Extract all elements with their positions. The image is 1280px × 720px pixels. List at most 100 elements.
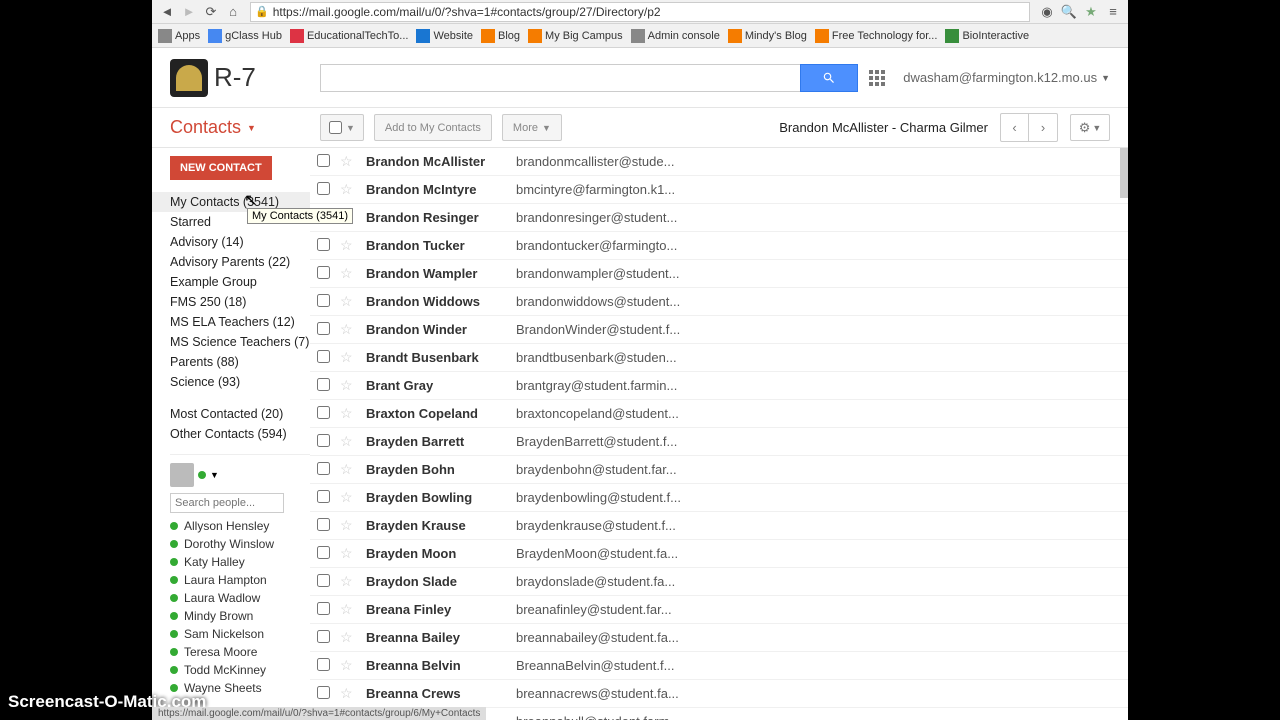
prev-page-button[interactable]: ‹ <box>1001 114 1029 141</box>
contact-row[interactable]: ☆Brandon Resingerbrandonresinger@student… <box>310 204 1128 232</box>
scrollbar[interactable] <box>1120 148 1128 198</box>
sidebar-group-item[interactable]: Other Contacts (594) <box>170 424 310 444</box>
star-button[interactable]: ☆ <box>336 512 362 540</box>
select-all-button[interactable]: ▼ <box>320 114 364 141</box>
contact-row[interactable]: ☆Breanna Crewsbreannacrews@student.fa... <box>310 680 1128 708</box>
back-icon[interactable]: ◄ <box>158 3 176 21</box>
bookmark-item[interactable]: My Big Campus <box>528 29 623 43</box>
row-checkbox[interactable] <box>317 602 330 615</box>
sidebar-group-item[interactable]: Example Group <box>170 272 310 292</box>
row-checkbox[interactable] <box>317 518 330 531</box>
star-button[interactable]: ☆ <box>336 540 362 568</box>
sidebar-group-item[interactable]: MS ELA Teachers (12) <box>170 312 310 332</box>
sidebar-group-item[interactable]: Most Contacted (20) <box>170 404 310 424</box>
row-checkbox[interactable] <box>317 630 330 643</box>
contact-row[interactable]: ☆Brayden MoonBraydenMoon@student.fa... <box>310 540 1128 568</box>
home-icon[interactable]: ⌂ <box>224 3 242 21</box>
chat-contact-item[interactable]: Dorothy Winslow <box>170 535 310 553</box>
star-button[interactable]: ☆ <box>336 428 362 456</box>
star-button[interactable]: ☆ <box>336 652 362 680</box>
bookmark-item[interactable]: EducationalTechTo... <box>290 29 409 43</box>
contact-row[interactable]: ☆Brayden Krausebraydenkrause@student.f..… <box>310 512 1128 540</box>
contact-row[interactable]: ☆Brandon McIntyrebmcintyre@farmington.k1… <box>310 176 1128 204</box>
chat-contact-item[interactable]: Laura Wadlow <box>170 589 310 607</box>
contact-row[interactable]: ☆Breanna Baileybreannabailey@student.fa.… <box>310 624 1128 652</box>
user-menu[interactable]: dwasham@farmington.k12.mo.us ▼ <box>903 70 1110 85</box>
chevron-down-icon[interactable]: ▼ <box>210 470 219 480</box>
next-page-button[interactable]: › <box>1029 114 1057 141</box>
star-button[interactable]: ☆ <box>336 232 362 260</box>
contact-row[interactable]: ☆Breanna BelvinBreannaBelvin@student.f..… <box>310 652 1128 680</box>
star-button[interactable]: ☆ <box>336 680 362 708</box>
chat-contact-item[interactable]: Allyson Hensley <box>170 517 310 535</box>
row-checkbox[interactable] <box>317 294 330 307</box>
bookmark-item[interactable]: Apps <box>158 29 200 43</box>
sidebar-group-item[interactable]: Science (93) <box>170 372 310 392</box>
sidebar-group-item[interactable]: Parents (88) <box>170 352 310 372</box>
contact-row[interactable]: ☆Brant Graybrantgray@student.farmin... <box>310 372 1128 400</box>
star-button[interactable]: ☆ <box>336 260 362 288</box>
apps-icon[interactable] <box>869 70 885 86</box>
row-checkbox[interactable] <box>317 350 330 363</box>
search-input[interactable] <box>320 64 800 92</box>
chat-contact-item[interactable]: Sam Nickelson <box>170 625 310 643</box>
contact-row[interactable]: ☆Brandon Tuckerbrandontucker@farmingto..… <box>310 232 1128 260</box>
eye-icon[interactable]: ◉ <box>1038 3 1056 21</box>
contact-row[interactable]: ☆Brandon Wamplerbrandonwampler@student..… <box>310 260 1128 288</box>
new-contact-button[interactable]: NEW CONTACT <box>170 156 272 180</box>
chat-contact-item[interactable]: Mindy Brown <box>170 607 310 625</box>
forward-icon[interactable]: ► <box>180 3 198 21</box>
row-checkbox[interactable] <box>317 322 330 335</box>
contact-row[interactable]: ☆Brayden Bowlingbraydenbowling@student.f… <box>310 484 1128 512</box>
star-button[interactable]: ☆ <box>336 372 362 400</box>
row-checkbox[interactable] <box>317 490 330 503</box>
row-checkbox[interactable] <box>317 658 330 671</box>
star-button[interactable]: ☆ <box>336 344 362 372</box>
search-button[interactable] <box>800 64 858 92</box>
star-button[interactable]: ☆ <box>336 484 362 512</box>
row-checkbox[interactable] <box>317 546 330 559</box>
sidebar-group-item[interactable]: Advisory (14) <box>170 232 310 252</box>
reload-icon[interactable]: ⟳ <box>202 3 220 21</box>
select-all-checkbox[interactable] <box>329 121 342 134</box>
bookmark-item[interactable]: gClass Hub <box>208 29 282 43</box>
star-button[interactable]: ☆ <box>336 288 362 316</box>
chat-contact-item[interactable]: Todd McKinney <box>170 661 310 679</box>
contact-row[interactable]: ☆Brayden BarrettBraydenBarrett@student.f… <box>310 428 1128 456</box>
contacts-dropdown[interactable]: Contacts ▼ <box>170 117 320 138</box>
contact-row[interactable]: ☆Braydon Sladebraydonslade@student.fa... <box>310 568 1128 596</box>
contact-row[interactable]: ☆Brandt Busenbarkbrandtbusenbark@studen.… <box>310 344 1128 372</box>
row-checkbox[interactable] <box>317 378 330 391</box>
sidebar-group-item[interactable]: Advisory Parents (22) <box>170 252 310 272</box>
row-checkbox[interactable] <box>317 574 330 587</box>
chat-contact-item[interactable]: Teresa Moore <box>170 643 310 661</box>
contact-row[interactable]: ☆Braxton Copelandbraxtoncopeland@student… <box>310 400 1128 428</box>
row-checkbox[interactable] <box>317 434 330 447</box>
star-button[interactable]: ☆ <box>336 596 362 624</box>
star-button[interactable]: ☆ <box>336 568 362 596</box>
star-button[interactable]: ☆ <box>336 400 362 428</box>
row-checkbox[interactable] <box>317 462 330 475</box>
star-button[interactable]: ☆ <box>336 316 362 344</box>
settings-button[interactable]: ⚙ ▼ <box>1070 114 1110 141</box>
bookmark-item[interactable]: Free Technology for... <box>815 29 938 43</box>
bookmark-item[interactable]: Mindy's Blog <box>728 29 807 43</box>
row-checkbox[interactable] <box>317 266 330 279</box>
bookmark-item[interactable]: Website <box>416 29 473 43</box>
chat-search-input[interactable] <box>170 493 284 513</box>
bookmark-item[interactable]: BioInteractive <box>945 29 1029 43</box>
row-checkbox[interactable] <box>317 238 330 251</box>
chat-contact-item[interactable]: Katy Halley <box>170 553 310 571</box>
contact-row[interactable]: ☆Brandon McAllisterbrandonmcallister@stu… <box>310 148 1128 176</box>
star-icon[interactable]: ★ <box>1082 3 1100 21</box>
star-button[interactable]: ☆ <box>336 624 362 652</box>
row-checkbox[interactable] <box>317 154 330 167</box>
star-button[interactable]: ☆ <box>336 148 362 176</box>
row-checkbox[interactable] <box>317 686 330 699</box>
logo[interactable]: R-7 <box>170 59 320 97</box>
sidebar-group-item[interactable]: FMS 250 (18) <box>170 292 310 312</box>
row-checkbox[interactable] <box>317 182 330 195</box>
contact-row[interactable]: ☆Brayden Bohnbraydenbohn@student.far... <box>310 456 1128 484</box>
avatar[interactable] <box>170 463 194 487</box>
more-button[interactable]: More ▼ <box>502 114 562 141</box>
